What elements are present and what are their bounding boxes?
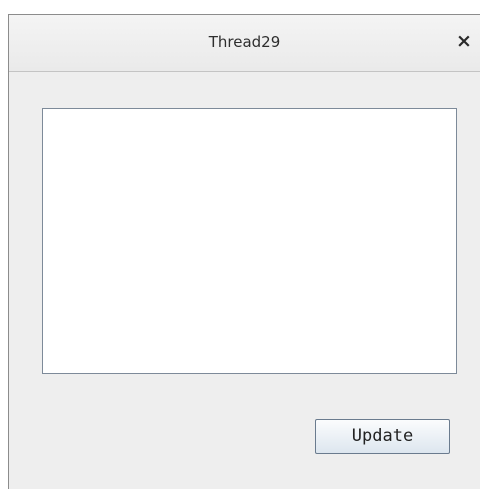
text-area[interactable]	[42, 108, 457, 374]
close-icon[interactable]: ×	[454, 29, 474, 53]
update-button[interactable]: Update	[315, 419, 450, 454]
title-bar[interactable]: Thread29 ×	[9, 15, 480, 72]
dialog-window: Thread29 × Update	[8, 14, 480, 489]
window-title: Thread29	[208, 33, 281, 51]
